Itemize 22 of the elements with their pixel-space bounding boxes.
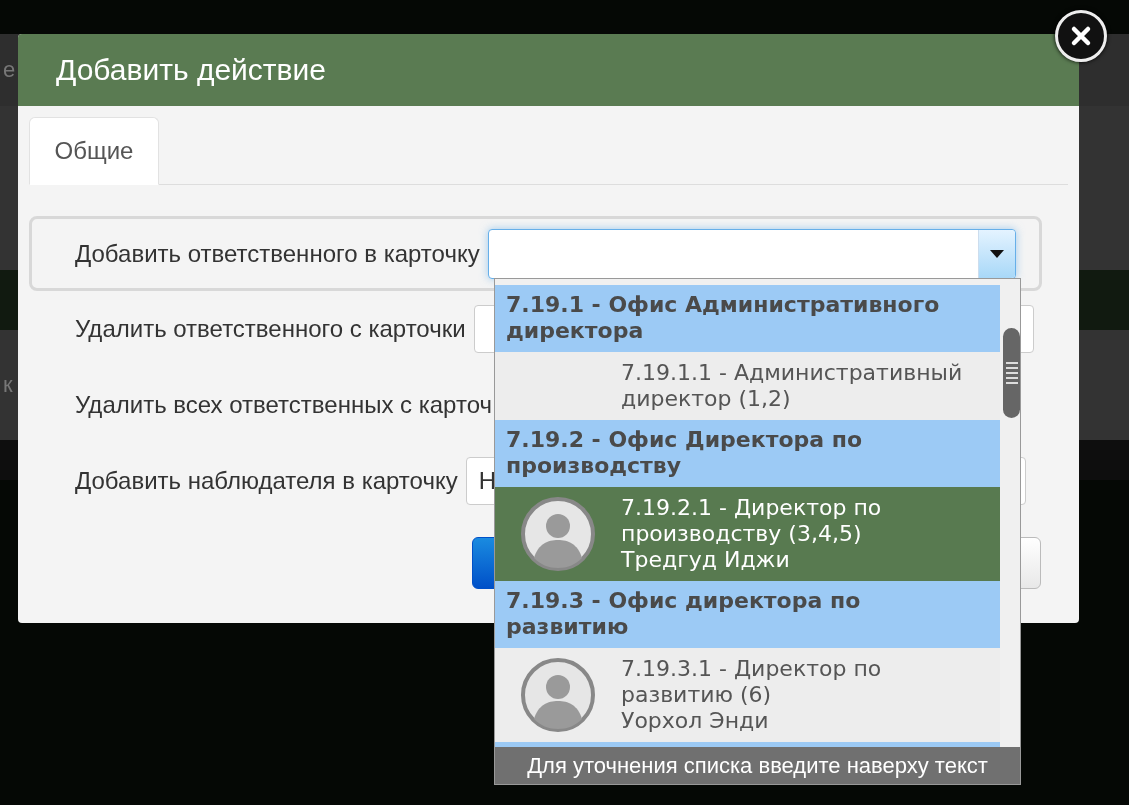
background-text: к <box>3 372 13 398</box>
dialog-title: Добавить действие <box>56 53 326 87</box>
field-label: Удалить ответственного с карточки <box>75 315 466 343</box>
option-title: 7.19.1.1 - Административный директор (1,2) <box>621 360 964 412</box>
field-label: Удалить всех ответственных с карточ <box>75 391 492 419</box>
background-text: е <box>3 57 16 83</box>
scrollbar-thumb[interactable] <box>1003 328 1020 418</box>
select-field[interactable] <box>487 228 1016 279</box>
close-icon <box>1070 25 1092 47</box>
option-title: 7.19.3.1 - Директор по развитию (6) <box>621 656 883 708</box>
list-option[interactable]: 7.19.2.1 - Директор по производству (3,4,5) Тредгуд Иджи <box>495 487 1000 581</box>
person-name: Тредгуд Иджи <box>621 547 791 573</box>
hint-text: Для уточнения списка введите наверху текст <box>495 747 1020 784</box>
field-label: Добавить ответственного в карточку <box>75 239 480 268</box>
group-header: 7.19.3 - Офис директора по развитию <box>495 581 1000 648</box>
group-header: 7.19.2 - Офис Директора по производству <box>495 420 1000 487</box>
person-name: Уорхол Энди <box>621 708 770 734</box>
field-label: Добавить наблюдателя в карточку <box>75 467 458 495</box>
option-title: 7.19.2.1 - Директор по производству (3,4,5) <box>621 495 883 547</box>
tab[interactable]: Общие <box>29 117 159 185</box>
close-button[interactable] <box>1055 10 1107 62</box>
group-header: 7.19.1 - Офис Административного директора <box>495 285 1000 352</box>
